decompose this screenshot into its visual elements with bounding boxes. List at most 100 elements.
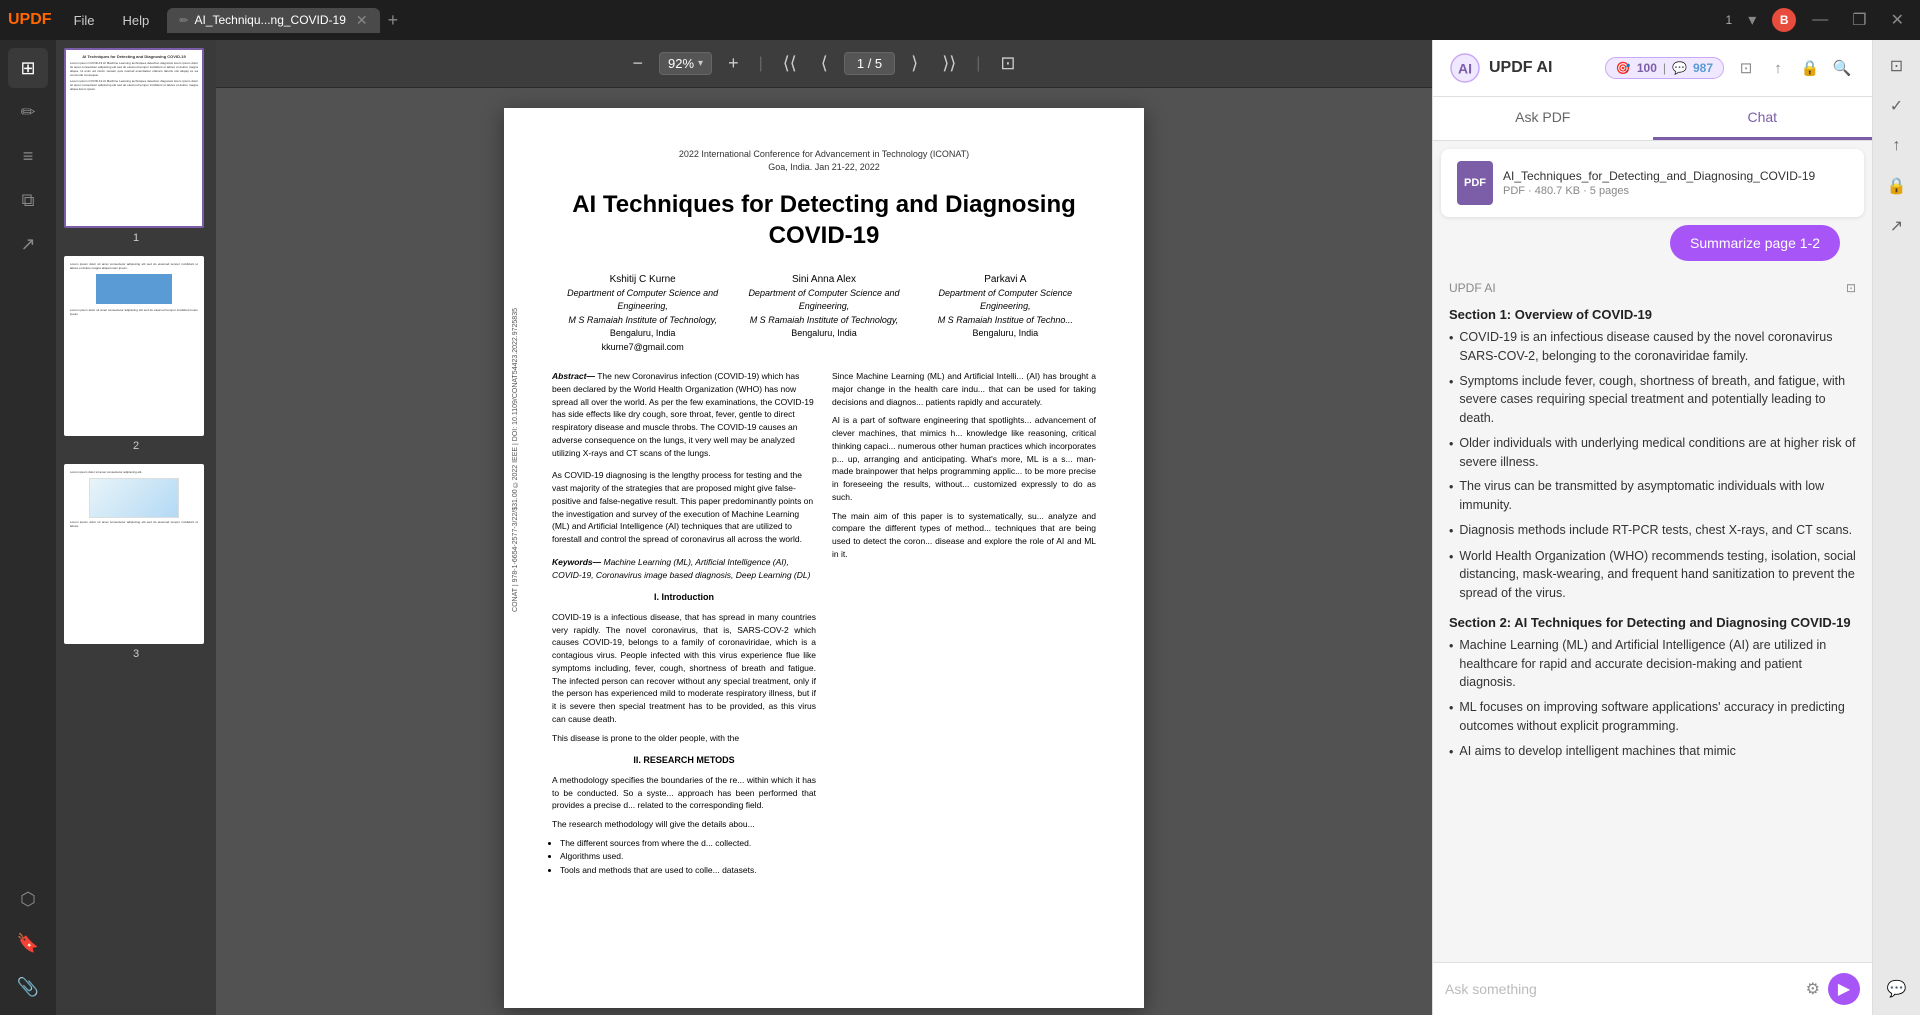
ai-expand-icon[interactable]: ⊡ xyxy=(1732,54,1760,82)
pdf-columns: Abstract— The new Coronavirus infection … xyxy=(552,370,1096,878)
sidebar-item-plugin[interactable]: ⬡ xyxy=(8,879,48,919)
pdf-toolbar: − 92% ▾ + | ⟨⟨ ⟨ 1 / 5 ⟩ ⟩⟩ | ⊡ xyxy=(216,40,1432,88)
pdf-header-line2: Goa, India. Jan 21-22, 2022 xyxy=(552,161,1096,174)
toolbar-separator-2: | xyxy=(976,55,980,73)
sidebar-item-organize[interactable]: ⧉ xyxy=(8,180,48,220)
summarize-btn[interactable]: Summarize page 1-2 xyxy=(1670,225,1840,261)
sidebar-item-annotate[interactable]: ✏ xyxy=(8,92,48,132)
tab-edit-icon: ✏ xyxy=(179,14,188,27)
pdf-bullet-list: The different sources from where the d..… xyxy=(560,837,816,878)
menu-file[interactable]: File xyxy=(64,9,105,32)
nav-prev-btn[interactable]: ⟨ xyxy=(813,49,836,78)
pdf-author-3: Parkavi A Department of Computer Science… xyxy=(915,272,1095,355)
author2-institute: M S Ramaiah Institute of Technology, xyxy=(734,314,914,328)
keywords-label: Keywords— xyxy=(552,557,601,567)
copy-icon[interactable]: ⊡ xyxy=(1846,281,1856,295)
ai-upload-icon[interactable]: ↑ xyxy=(1764,54,1792,82)
thumbnail-2[interactable]: Lorem ipsum dolor sit amet consectetur a… xyxy=(64,256,208,452)
pdf-page-container[interactable]: CONAT | 978-1-6654-2577-3/22/$31.00 ©202… xyxy=(216,88,1432,1015)
menu-help[interactable]: Help xyxy=(113,9,160,32)
sidebar-item-bookmark[interactable]: 🔖 xyxy=(8,923,48,963)
add-tab-btn[interactable]: + xyxy=(382,10,405,31)
counter-chat-icon: 💬 xyxy=(1672,61,1687,75)
tab-ask-pdf[interactable]: Ask PDF xyxy=(1433,97,1653,140)
pdf-right-p2: AI is a part of software engineering tha… xyxy=(832,414,1096,503)
bullet-item-2: Algorithms used. xyxy=(560,850,816,864)
thumbnail-num-3: 3 xyxy=(64,648,208,660)
ai-bullet-2: •Symptoms include fever, cough, shortnes… xyxy=(1449,372,1856,428)
ai-s2-bullet-3: •AI aims to develop intelligent machines… xyxy=(1449,742,1856,762)
sidebar-item-edit[interactable]: ≡ xyxy=(8,136,48,176)
ai-input-area: ⚙ ▶ xyxy=(1433,962,1872,1015)
sidebar-item-attachment[interactable]: 📎 xyxy=(8,967,48,1007)
pdf-section2-title: II. RESEARCH METODS xyxy=(552,754,816,768)
counter-sep: | xyxy=(1663,61,1666,75)
thumbnail-num-1: 1 xyxy=(64,232,208,244)
updf-ai-section-label: UPDF AI ⊡ xyxy=(1433,277,1872,299)
pdf-keywords: Keywords— Machine Learning (ML), Artific… xyxy=(552,556,816,582)
sidebar-item-export[interactable]: ↗ xyxy=(8,224,48,264)
author3-dept: Department of Computer Science Engineeri… xyxy=(915,287,1095,314)
send-btn[interactable]: ▶ xyxy=(1828,973,1860,1005)
ai-bullet-6: •World Health Organization (WHO) recomme… xyxy=(1449,547,1856,603)
zoom-out-btn[interactable]: − xyxy=(625,49,652,78)
tab-close-btn[interactable]: ✕ xyxy=(356,12,368,29)
edge-icon-2[interactable]: ✓ xyxy=(1879,88,1915,124)
thumbnail-3[interactable]: Lorem ipsum dolor sit amet consectetur a… xyxy=(64,464,208,660)
zoom-dropdown-arrow[interactable]: ▾ xyxy=(698,58,703,69)
sidebar-item-thumbnails[interactable]: ⊞ xyxy=(8,48,48,88)
pdf-abstract-p2: As COVID-19 diagnosing is the lengthy pr… xyxy=(552,469,816,546)
nav-last-btn[interactable]: ⟩⟩ xyxy=(934,49,964,78)
pdf-right-p1: Since Machine Learning (ML) and Artifici… xyxy=(832,370,1096,408)
ai-header-icons: ⊡ ↑ 🔒 🔍 xyxy=(1732,54,1856,82)
ai-section2-bullets: •Machine Learning (ML) and Artificial In… xyxy=(1449,636,1856,762)
page-indicator: 1 xyxy=(1726,13,1733,27)
settings-icon[interactable]: ⚙ xyxy=(1806,979,1820,999)
tab-bar: ✏ AI_Techniqu...ng_COVID-19 ✕ + xyxy=(167,8,1717,33)
pdf-intro-p2: This disease is prone to the older peopl… xyxy=(552,732,816,745)
pdf-page-header: 2022 International Conference for Advanc… xyxy=(552,148,1096,173)
updf-ai-logo-icon: AI xyxy=(1449,52,1481,84)
zoom-in-btn[interactable]: + xyxy=(720,49,747,78)
tab-label: AI_Techniqu...ng_COVID-19 xyxy=(194,13,345,27)
file-name: AI_Techniques_for_Detecting_and_Diagnosi… xyxy=(1503,169,1848,183)
edge-icon-5[interactable]: ↗ xyxy=(1879,208,1915,244)
edge-icon-3[interactable]: ↑ xyxy=(1879,128,1915,164)
fullscreen-btn[interactable]: ⊡ xyxy=(992,49,1023,78)
user-avatar[interactable]: B xyxy=(1772,8,1796,32)
abstract-text: The new Coronavirus infection (COVID-19)… xyxy=(552,371,814,458)
edge-icon-1[interactable]: ⊡ xyxy=(1879,48,1915,84)
ai-bullet-3: •Older individuals with underlying medic… xyxy=(1449,434,1856,472)
toolbar-separator-1: | xyxy=(759,55,763,73)
ai-search-icon[interactable]: 🔍 xyxy=(1828,54,1856,82)
active-tab[interactable]: ✏ AI_Techniqu...ng_COVID-19 ✕ xyxy=(167,8,379,33)
ai-file-info: PDF AI_Techniques_for_Detecting_and_Diag… xyxy=(1441,149,1864,217)
ai-section1-bullets: •COVID-19 is an infectious disease cause… xyxy=(1449,328,1856,603)
nav-first-btn[interactable]: ⟨⟨ xyxy=(775,49,805,78)
pdf-area: − 92% ▾ + | ⟨⟨ ⟨ 1 / 5 ⟩ ⟩⟩ | ⊡ CONAT | … xyxy=(216,40,1432,1015)
author2-city: Bengaluru, India xyxy=(734,327,914,341)
thumb-content-3: Lorem ipsum dolor sit amet consectetur a… xyxy=(66,466,202,642)
tab-chat[interactable]: Chat xyxy=(1653,97,1873,140)
edge-icon-bottom-1[interactable]: 💬 xyxy=(1879,971,1915,1007)
pdf-research-p1: A methodology specifies the boundaries o… xyxy=(552,774,816,812)
thumb-content-2: Lorem ipsum dolor sit amet consectetur a… xyxy=(66,258,202,434)
file-info-text: AI_Techniques_for_Detecting_and_Diagnosi… xyxy=(1503,169,1848,197)
ask-input[interactable] xyxy=(1445,981,1798,997)
author1-city: Bengaluru, India xyxy=(553,327,733,341)
main-layout: ⊞ ✏ ≡ ⧉ ↗ ⬡ 🔖 📎 AI Techniques for Detect… xyxy=(0,40,1920,1015)
nav-next-btn[interactable]: ⟩ xyxy=(903,49,926,78)
pdf-page: CONAT | 978-1-6654-2577-3/22/$31.00 ©202… xyxy=(504,108,1144,1008)
thumbnail-1[interactable]: AI Techniques for Detecting and Diagnosi… xyxy=(64,48,208,244)
zoom-level: 92% xyxy=(668,56,694,71)
close-btn[interactable]: ✕ xyxy=(1883,8,1912,32)
edge-icon-4[interactable]: 🔒 xyxy=(1879,168,1915,204)
minimize-btn[interactable]: — xyxy=(1804,9,1836,31)
dropdown-arrow-icon[interactable]: ▾ xyxy=(1740,8,1764,32)
thumbnail-num-2: 2 xyxy=(64,440,208,452)
ai-bullet-5: •Diagnosis methods include RT-PCR tests,… xyxy=(1449,521,1856,541)
app-logo: UPDF xyxy=(8,11,52,29)
maximize-btn[interactable]: ❐ xyxy=(1844,8,1874,32)
ai-lock-icon[interactable]: 🔒 xyxy=(1796,54,1824,82)
ai-bullet-4: •The virus can be transmitted by asympto… xyxy=(1449,477,1856,515)
